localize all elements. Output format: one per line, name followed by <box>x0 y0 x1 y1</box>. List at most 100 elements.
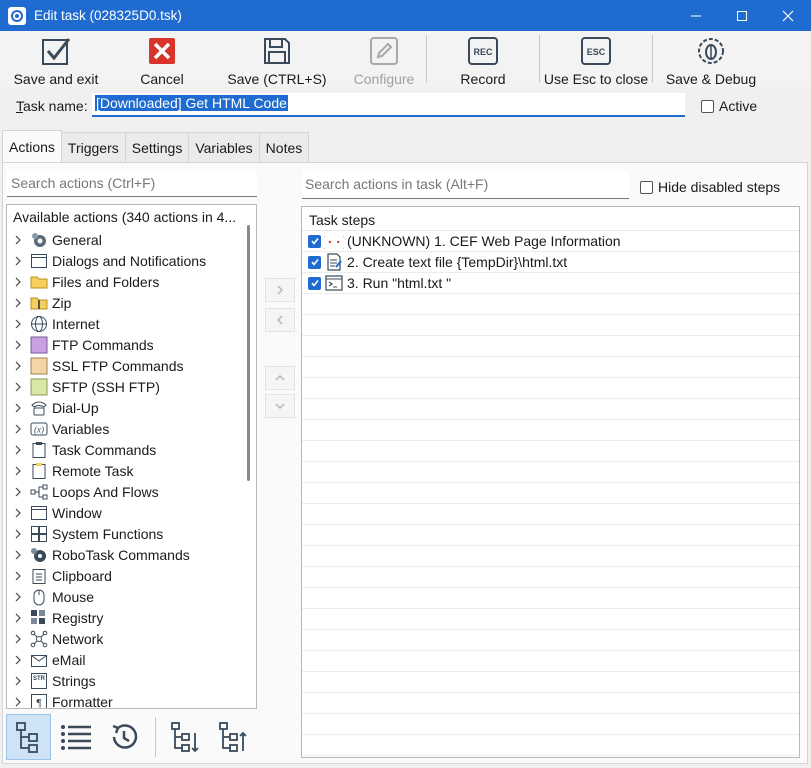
checkbox-checked-icon[interactable] <box>308 276 321 290</box>
empty-step-row <box>302 630 799 651</box>
chevron-right-icon[interactable] <box>7 256 29 266</box>
tree-item[interactable]: STR Strings <box>7 670 256 691</box>
search-actions-input[interactable]: Search actions (Ctrl+F) <box>7 171 257 197</box>
tree-item[interactable]: Zip <box>7 292 256 313</box>
chevron-right-icon[interactable] <box>7 550 29 560</box>
empty-step-row <box>302 672 799 693</box>
cancel-button[interactable]: Cancel <box>112 31 212 87</box>
tree-item[interactable]: Task Commands <box>7 439 256 460</box>
chevron-right-icon[interactable] <box>7 613 29 623</box>
chevron-right-icon[interactable] <box>7 445 29 455</box>
esc-close-button[interactable]: ESC Use Esc to close <box>540 31 652 87</box>
chevron-right-icon[interactable] <box>7 487 29 497</box>
chevron-right-icon[interactable] <box>7 340 29 350</box>
chevron-right-icon[interactable] <box>7 529 29 539</box>
tree-item[interactable]: Window <box>7 502 256 523</box>
task-name-input[interactable]: [Downloaded] Get HTML Code <box>92 93 685 117</box>
tree-item[interactable]: Dial-Up <box>7 397 256 418</box>
chevron-right-icon[interactable] <box>7 571 29 581</box>
search-task-input[interactable]: Search actions in task (Alt+F) <box>302 171 629 199</box>
step-row[interactable]: 2. Create text file {TempDir}\html.txt <box>302 252 799 273</box>
tree-item-label: General <box>52 231 102 248</box>
expand-all-button[interactable] <box>162 714 207 760</box>
tree-item[interactable]: ¶ Formatter <box>7 691 256 708</box>
hide-disabled-checkbox[interactable]: Hide disabled steps <box>640 179 780 195</box>
tab-triggers[interactable]: Triggers <box>60 132 126 162</box>
actions-panel: Search actions (Ctrl+F) Search actions i… <box>2 162 808 764</box>
active-checkbox[interactable]: Active <box>701 98 757 114</box>
tree-item[interactable]: FTP Commands <box>7 334 256 355</box>
tree-item[interactable]: Dialogs and Notifications <box>7 250 256 271</box>
chevron-right-icon[interactable] <box>7 277 29 287</box>
tree-item[interactable]: Loops And Flows <box>7 481 256 502</box>
chevron-right-icon[interactable] <box>7 382 29 392</box>
chevron-right-icon[interactable] <box>7 403 29 413</box>
chevron-left-icon <box>276 315 283 325</box>
chevron-right-icon[interactable] <box>7 319 29 329</box>
tree-item[interactable]: Files and Folders <box>7 271 256 292</box>
empty-step-row <box>302 588 799 609</box>
tree-item[interactable]: (x) Variables <box>7 418 256 439</box>
empty-step-row <box>302 378 799 399</box>
tree-item[interactable]: General <box>7 229 256 250</box>
chevron-right-icon[interactable] <box>7 361 29 371</box>
close-button[interactable] <box>765 0 811 31</box>
tree-item[interactable]: Network <box>7 628 256 649</box>
record-button[interactable]: REC Record <box>427 31 539 87</box>
chevron-right-icon[interactable] <box>7 697 29 707</box>
collapse-all-button[interactable] <box>210 714 255 760</box>
chevron-right-icon[interactable] <box>7 655 29 665</box>
step-row[interactable]: 3. Run "html.txt " <box>302 273 799 294</box>
tree-item-label: Clipboard <box>52 567 112 584</box>
checkbox-checked-icon[interactable] <box>308 234 321 248</box>
formatter-icon: ¶ <box>29 692 49 708</box>
task-steps-list[interactable]: Task steps {··} (UNKNOWN) 1. CEF Web Pag… <box>301 206 800 758</box>
task-name-label: Task name: <box>16 98 88 114</box>
chevron-right-icon[interactable] <box>7 592 29 602</box>
tree-item[interactable]: SSL FTP Commands <box>7 355 256 376</box>
minimize-button[interactable] <box>673 0 719 31</box>
tab-notes[interactable]: Notes <box>258 132 310 162</box>
history-button[interactable] <box>102 714 147 760</box>
checkbox-checked-icon[interactable] <box>308 255 321 269</box>
tree-item[interactable]: Clipboard <box>7 565 256 586</box>
tree-item[interactable]: System Functions <box>7 523 256 544</box>
tree-item[interactable]: Registry <box>7 607 256 628</box>
variable-icon: (x) <box>29 419 49 439</box>
tab-settings[interactable]: Settings <box>124 132 190 162</box>
list-view-button[interactable] <box>54 714 99 760</box>
remove-step-button[interactable] <box>265 308 295 332</box>
tree-view-button[interactable] <box>6 714 51 760</box>
chevron-right-icon[interactable] <box>7 676 29 686</box>
chevron-right-icon[interactable] <box>7 235 29 245</box>
chevron-right-icon[interactable] <box>7 424 29 434</box>
tab-variables[interactable]: Variables <box>188 132 260 162</box>
chevron-right-icon[interactable] <box>7 466 29 476</box>
history-icon <box>112 724 138 749</box>
save-debug-button[interactable]: Save & Debug <box>653 31 769 87</box>
save-exit-button[interactable]: Save and exit <box>0 31 112 87</box>
tree-item[interactable]: Remote Task <box>7 460 256 481</box>
gear-icon <box>29 230 49 250</box>
zip-folder-icon <box>29 293 49 313</box>
add-step-button[interactable] <box>265 278 295 302</box>
chevron-right-icon[interactable] <box>7 508 29 518</box>
available-actions-tree[interactable]: Available actions (340 actions in 4... G… <box>6 204 257 709</box>
save-button[interactable]: Save (CTRL+S) <box>212 31 342 87</box>
chevron-right-icon[interactable] <box>7 298 29 308</box>
configure-button[interactable]: Configure <box>342 31 426 87</box>
tree-item[interactable]: eMail <box>7 649 256 670</box>
tree-item[interactable]: RoboTask Commands <box>7 544 256 565</box>
task-name-row: Task name: [Downloaded] Get HTML Code Ac… <box>0 87 811 127</box>
svg-text:ESC: ESC <box>587 47 606 57</box>
tree-scrollbar[interactable] <box>247 225 250 481</box>
move-up-button[interactable] <box>265 366 295 390</box>
tree-item[interactable]: SFTP (SSH FTP) <box>7 376 256 397</box>
move-down-button[interactable] <box>265 394 295 418</box>
chevron-right-icon[interactable] <box>7 634 29 644</box>
step-row[interactable]: {··} (UNKNOWN) 1. CEF Web Page Informati… <box>302 231 799 252</box>
maximize-button[interactable] <box>719 0 765 31</box>
tree-item[interactable]: Mouse <box>7 586 256 607</box>
tab-actions[interactable]: Actions <box>2 130 62 162</box>
tree-item[interactable]: Internet <box>7 313 256 334</box>
